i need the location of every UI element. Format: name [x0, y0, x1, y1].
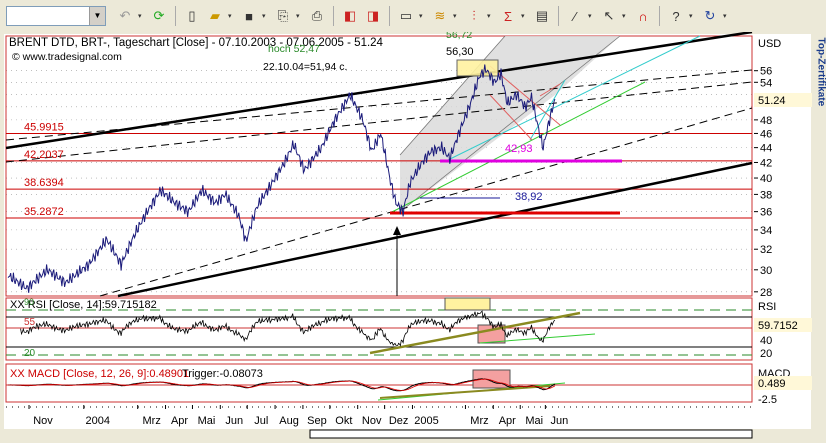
close-label: 22.10.04=51,94 c. [263, 61, 347, 73]
y-tick-label: 40 [760, 173, 772, 185]
chevron-down-icon[interactable]: ▼ [89, 7, 105, 25]
y-tick-label: 46 [760, 128, 772, 140]
x-tick-label: Dez [389, 415, 409, 427]
y-tick-label: 30 [760, 265, 772, 277]
magnet-icon[interactable]: ∩ [633, 6, 653, 26]
y-tick-label: 36 [760, 207, 772, 219]
level-label: 38.6394 [24, 177, 64, 189]
rsi-tick: 40 [760, 335, 772, 347]
window-icon[interactable]: ▭ [396, 6, 416, 26]
pointer-icon[interactable]: ↖ [599, 6, 619, 26]
last-price-label: 51.24 [758, 95, 786, 107]
macd-value-label: 0.489 [758, 378, 786, 390]
rsi-level-55: 55 [24, 317, 36, 328]
high-label: hoch 52,47 [268, 43, 320, 55]
rsi-value-label: 59.7152 [758, 320, 798, 332]
dropdown-arrow[interactable]: ▾ [453, 12, 461, 20]
x-tick-label: 2005 [414, 415, 438, 427]
properties-icon[interactable]: ▤ [532, 6, 552, 26]
x-tick-label: Nov [33, 415, 53, 427]
y-tick-label: 56 [760, 66, 772, 78]
open-icon[interactable]: ▰ [205, 6, 225, 26]
chart-forward-icon[interactable]: ◨ [363, 6, 383, 26]
x-tick-label: Mrz [143, 415, 161, 427]
chart-back-icon[interactable]: ◧ [340, 6, 360, 26]
peak-highlight-box[interactable] [456, 59, 499, 77]
dropdown-arrow[interactable]: ▾ [689, 12, 697, 20]
y-tick-label: 48 [760, 115, 772, 127]
x-tick-label: Aug [279, 415, 299, 427]
dropdown-arrow[interactable]: ▾ [521, 12, 529, 20]
rsi-axis-label: RSI [758, 301, 776, 313]
dropdown-arrow[interactable]: ▾ [138, 12, 146, 20]
sidebar-label[interactable]: Top-Zertifikate [816, 38, 826, 118]
dropdown-arrow[interactable]: ▾ [262, 12, 270, 20]
rsi-level-20: 20 [24, 348, 36, 359]
peak-label: 56,30 [446, 46, 474, 58]
dropdown-arrow[interactable]: ▾ [419, 12, 427, 20]
x-tick-label: Sep [307, 415, 327, 427]
refresh-icon[interactable]: ⟳ [149, 6, 169, 26]
rsi-tick: 20 [760, 348, 772, 360]
y-tick-label: 28 [760, 287, 772, 299]
new-icon[interactable]: ▯ [182, 6, 202, 26]
macd-trigger-label: Trigger:-0.08073 [182, 368, 263, 380]
copy-icon[interactable]: ⎘ [273, 6, 293, 26]
redo-icon[interactable]: ↻ [700, 6, 720, 26]
sidebar: Top-Zertifikate [815, 32, 826, 443]
chart-type-icon[interactable]: ⫶ [464, 6, 484, 26]
x-tick-label: Nov [362, 415, 382, 427]
price-chart[interactable]: 45.9915 42.2037 38.6394 35.2872 BRENT DTD, … [0, 32, 815, 443]
toolbar: ▼ ↶ ▾ ⟳ ▯ ▰ ▾ ■ ▾ ⎘ ▾ ⎙ ◧ ◨ ▭ ▾ ≋ ▾ ⫶ ▾ Σ ▾ ▤ ⁄ ▾… [0, 0, 812, 32]
x-tick-label: Mrz [470, 415, 488, 427]
dropdown-arrow[interactable]: ▾ [622, 12, 630, 20]
x-tick-label: Apr [171, 415, 188, 427]
undo-icon[interactable]: ↶ [115, 6, 135, 26]
macd-title: XX MACD [Close, 12, 26, 9]:0.48901 [10, 368, 189, 380]
y-tick-label: 44 [760, 143, 772, 155]
x-tick-label: Jun [550, 415, 568, 427]
x-tick-label: Mai [198, 415, 216, 427]
currency-label: USD [758, 38, 781, 50]
copyright: © www.tradesignal.com [12, 51, 122, 63]
x-tick-label: Mai [525, 415, 543, 427]
dropdown-arrow[interactable]: ▾ [487, 12, 495, 20]
dropdown-arrow[interactable]: ▾ [588, 12, 596, 20]
y-tick-label: 54 [760, 77, 772, 89]
x-tick-label: Jul [254, 415, 268, 427]
level-label: 35.2872 [24, 206, 64, 218]
level-label: 42.2037 [24, 149, 64, 161]
dropdown-arrow[interactable]: ▾ [723, 12, 731, 20]
symbol-combobox[interactable]: ▼ [6, 6, 106, 26]
dropdown-arrow[interactable]: ▾ [296, 12, 304, 20]
horizontal-scrollbar[interactable] [309, 429, 753, 439]
indicator-icon[interactable]: ≋ [430, 6, 450, 26]
y-tick-label: 42 [760, 157, 772, 169]
x-tick-label: 2004 [86, 415, 110, 427]
x-tick-label: Apr [499, 415, 516, 427]
sigma-icon[interactable]: Σ [498, 6, 518, 26]
help-icon[interactable]: ? [666, 6, 686, 26]
draw-line-icon[interactable]: ⁄ [565, 6, 585, 26]
dropdown-arrow[interactable]: ▾ [228, 12, 236, 20]
print-icon[interactable]: ⎙ [307, 6, 327, 26]
y-tick-label: 38 [760, 189, 772, 201]
low-label: 42,93 [505, 143, 533, 155]
y-tick-label: 32 [760, 244, 772, 256]
support-label: 38,92 [515, 191, 543, 203]
rsi-highlight-yellow[interactable] [444, 297, 491, 311]
top-label: 56,72 [446, 32, 472, 41]
save-icon[interactable]: ■ [239, 6, 259, 26]
x-tick-label: Jun [225, 415, 243, 427]
y-tick-label: 34 [760, 225, 772, 237]
level-label: 45.9915 [24, 122, 64, 134]
chart-title: BRENT DTD, BRT-, Tageschart [Close] - 07… [9, 37, 384, 49]
macd-tick: -2.5 [758, 394, 777, 406]
rsi-level-90: 90 [24, 297, 34, 307]
x-tick-label: Okt [335, 415, 352, 427]
